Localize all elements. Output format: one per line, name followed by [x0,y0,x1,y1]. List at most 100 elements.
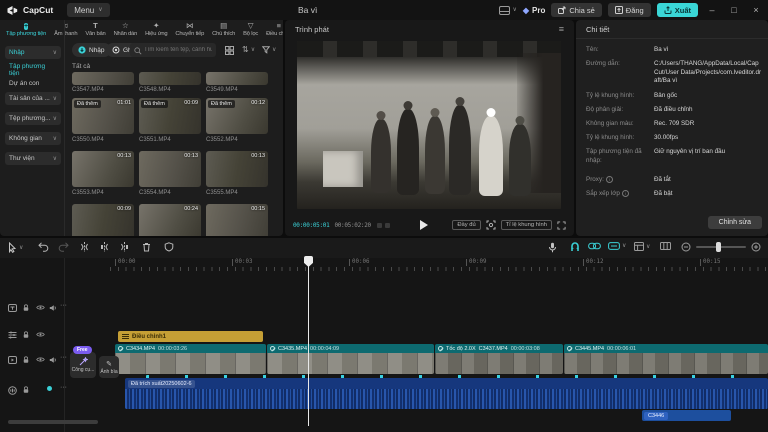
share-button[interactable]: Chia sẻ [551,3,601,17]
fullscreen-icon[interactable] [557,221,566,230]
close-button[interactable]: × [748,5,764,15]
undo-button[interactable] [38,242,49,252]
lock-icon[interactable] [22,356,30,364]
video-clip[interactable]: C3434.MP4 00:00:03:26 [115,344,266,374]
adjustment-clip[interactable]: Điều chỉnh1 [118,331,263,342]
filter-funnel-icon[interactable]: ∨ [262,46,276,54]
video-clip[interactable]: C3435.MP4 00:00:04:09 [267,344,434,374]
media-item-thumbnail[interactable]: Đã thêm 00:09 [139,98,201,134]
speaker-icon[interactable] [49,356,57,364]
tools-button[interactable]: Công cụ... [70,352,96,378]
sort-icon[interactable]: ⇅ ∨ [242,45,255,54]
audio-clip-2[interactable]: C3446 [642,410,731,421]
maximize-button[interactable]: □ [726,5,742,15]
media-item-thumbnail[interactable]: Đã thêm 01:01 [72,98,134,134]
select-tool-button[interactable]: ∨ [8,242,23,253]
minimize-button[interactable]: – [704,5,720,15]
menu-button[interactable]: Menu ∨ [67,3,109,17]
fit-preview-icon[interactable] [486,220,496,230]
timeline-options-button[interactable]: ∨ [634,242,650,251]
timeline-zoom-slider[interactable] [696,246,746,248]
zoom-in-icon[interactable] [751,242,761,252]
media-item-thumbnail[interactable]: 00:13 [206,151,268,187]
aspect-ratio-button[interactable]: Tỉ lệ khung hình [501,220,552,230]
layout-switch-button[interactable]: ∨ [499,6,516,15]
grid-view-icon[interactable] [225,46,234,55]
media-item-thumbnail[interactable]: 00:24 [139,204,201,236]
record-voiceover-button[interactable] [548,242,557,253]
eye-icon[interactable] [36,331,45,338]
tab-text[interactable]: T Văn bản [84,21,106,38]
media-item-thumbnail[interactable] [72,72,134,85]
preview-quality-button[interactable]: Đầy đủ [452,220,480,230]
sidebar-item-your-assets[interactable]: Tài sản của ... ∨ [5,92,61,105]
track-mode-toggle[interactable]: ∨ [608,242,626,250]
media-item-thumbnail[interactable] [139,72,201,85]
snap-magnet-toggle[interactable] [570,242,580,252]
search-input[interactable] [130,43,216,57]
zoom-out-icon[interactable] [681,242,691,252]
import-button[interactable]: Nhập [72,43,111,57]
mute-speaker-icon[interactable] [49,304,57,312]
sidebar-item-spaces[interactable]: Không gian ∨ [5,132,61,145]
prev-frame-icon[interactable] [377,223,382,228]
sidebar-item-subproject[interactable]: Dự án con [5,77,61,90]
more-options-icon[interactable]: ··· [60,384,67,391]
media-panel: + Tập phương tiện ♫ Âm thanh T Văn bản ☆… [0,20,283,236]
mask-icon[interactable] [164,242,174,252]
sidebar-item-media-files[interactable]: Tệp phương... ∨ [5,112,61,125]
tab-captions[interactable]: ▤ Chú thích [211,21,236,38]
preview-strip-icon[interactable] [660,242,671,250]
tab-effects[interactable]: ✦ Hiệu ứng [144,21,168,38]
eye-icon[interactable] [36,356,45,363]
lock-icon[interactable] [22,304,30,312]
tab-stickers[interactable]: ☆ Nhãn dán [113,21,139,38]
player-menu-icon[interactable]: ≡ [559,24,564,34]
timeline-ruler[interactable] [110,267,768,271]
link-clips-toggle[interactable] [588,242,601,250]
video-clip[interactable]: Tốc độ 2.0X C3437.MP4 00:00:03:08 [435,344,563,374]
delete-right-icon[interactable] [120,242,129,252]
split-icon[interactable] [80,242,89,252]
delete-left-icon[interactable] [100,242,109,252]
media-item-thumbnail[interactable]: 00:13 [139,151,201,187]
slider-knob[interactable] [716,242,721,252]
media-item-thumbnail[interactable]: 00:15 [206,204,268,236]
media-item-thumbnail[interactable]: 00:13 [72,151,134,187]
audio-clip[interactable]: Đã trích xuất20250602-6 [125,378,768,409]
sidebar-item-library[interactable]: Thư viện ∨ [5,152,61,165]
tab-adjust[interactable]: ≡ Điều chỉnh [265,21,283,38]
playhead-line[interactable] [308,256,309,426]
edit-button[interactable]: Chỉnh sửa [708,216,762,229]
post-button[interactable]: Đăng [608,3,651,17]
details-panel: Chi tiết Tên: Ba vì Đường dẫn: C:/Users/… [576,20,768,236]
tab-transitions[interactable]: ⋈ Chuyển tiếp [174,21,205,38]
media-item-thumbnail[interactable]: Đã thêm 00:12 [206,98,268,134]
video-clip[interactable]: C3445.MP4 00:00:06:01 [564,344,768,374]
current-time: 00:00:05:01 [293,222,329,229]
sidebar-item-import[interactable]: Nhập ∨ [5,46,61,59]
lock-icon[interactable] [22,331,30,339]
video-frame[interactable] [297,41,561,209]
export-button[interactable]: Xuất [657,3,698,17]
more-options-icon[interactable]: ··· [60,302,67,309]
tab-filters[interactable]: ▽ Bộ lọc [242,21,259,38]
media-item-thumbnail[interactable] [206,72,268,85]
next-frame-icon[interactable] [385,223,390,228]
eye-icon[interactable] [36,304,45,311]
horizontal-scrollbar[interactable] [8,420,98,424]
section-label: Tất cả [72,63,90,70]
sidebar-item-media-pool[interactable]: Tập phương tiện [5,63,61,76]
play-button[interactable] [420,220,428,230]
more-options-icon[interactable]: ··· [60,354,67,361]
redo-button[interactable] [58,242,69,252]
pro-badge[interactable]: ◆ Pro [523,6,546,15]
tab-audio[interactable]: ♫ Âm thanh [53,21,78,38]
lock-icon[interactable] [22,386,30,394]
chevron-down-icon: ∨ [53,50,57,56]
delete-icon[interactable] [142,242,151,252]
slider-track[interactable] [696,246,746,248]
cover-button[interactable]: ✎ Ảnh bìa [99,356,119,378]
media-item-thumbnail[interactable]: 00:09 [72,204,134,236]
tab-media[interactable]: + Tập phương tiện [5,21,47,38]
